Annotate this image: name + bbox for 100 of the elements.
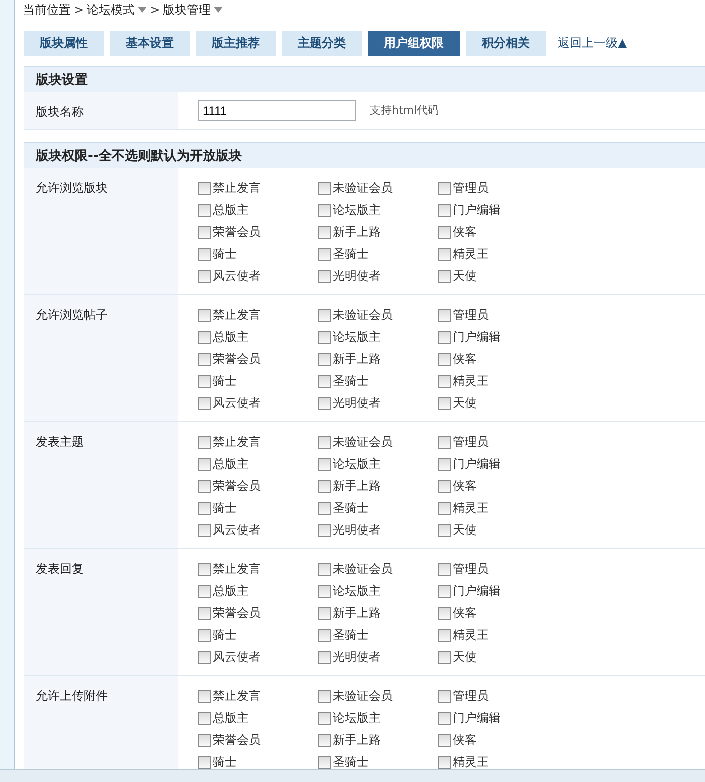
checkbox[interactable] xyxy=(318,606,331,620)
checkbox-label: 骑士 xyxy=(213,500,237,516)
checkbox[interactable] xyxy=(198,756,211,768)
checkbox-label: 精灵王 xyxy=(453,626,489,644)
checkbox-label: 侠客 xyxy=(453,224,477,240)
checkbox[interactable] xyxy=(438,374,451,388)
checkbox[interactable] xyxy=(198,226,211,238)
checkbox[interactable] xyxy=(438,308,451,322)
checkbox[interactable] xyxy=(198,182,211,194)
checkbox[interactable] xyxy=(318,502,331,514)
tab[interactable]: 用户组权限 xyxy=(368,31,460,56)
checkbox-label: 论坛版主 xyxy=(333,710,381,726)
checkbox[interactable] xyxy=(198,248,211,260)
checkbox[interactable] xyxy=(438,734,451,746)
checkbox[interactable] xyxy=(198,480,211,492)
back-link[interactable]: 返回上一级▲ xyxy=(558,35,628,52)
checkbox[interactable] xyxy=(318,374,331,388)
caret-icon[interactable] xyxy=(138,7,148,13)
checkbox[interactable] xyxy=(318,270,331,282)
checkbox[interactable] xyxy=(438,712,451,724)
checkbox[interactable] xyxy=(318,458,331,470)
checkbox-label: 圣骑士 xyxy=(333,246,369,262)
checkbox[interactable] xyxy=(438,480,451,492)
checkbox-label: 风云使者 xyxy=(213,522,261,538)
checkbox-label: 风云使者 xyxy=(213,268,261,284)
checkbox-label: 精灵王 xyxy=(453,372,489,390)
checkbox-label: 未验证会员 xyxy=(333,434,393,450)
checkbox[interactable] xyxy=(438,270,451,282)
checkbox[interactable] xyxy=(318,584,331,598)
checkbox[interactable] xyxy=(198,308,211,322)
checkbox[interactable] xyxy=(438,436,451,448)
tab[interactable]: 版块属性 xyxy=(24,31,104,56)
checkbox[interactable] xyxy=(318,396,331,410)
checkbox[interactable] xyxy=(318,524,331,536)
checkbox[interactable] xyxy=(198,374,211,388)
checkbox[interactable] xyxy=(198,352,211,366)
name-input[interactable]: 1111 xyxy=(198,100,356,121)
checkbox[interactable] xyxy=(318,248,331,260)
checkbox[interactable] xyxy=(438,524,451,536)
checkbox[interactable] xyxy=(438,204,451,216)
checkbox[interactable] xyxy=(198,524,211,536)
checkbox[interactable] xyxy=(198,396,211,410)
checkbox[interactable] xyxy=(318,756,331,768)
checkbox[interactable] xyxy=(438,182,451,194)
checkbox[interactable] xyxy=(198,628,211,642)
checkbox[interactable] xyxy=(198,690,211,702)
checkbox-label: 禁止发言 xyxy=(213,688,261,704)
caret-icon[interactable] xyxy=(214,7,224,13)
checkbox[interactable] xyxy=(318,650,331,664)
checkbox[interactable] xyxy=(198,584,211,598)
checkbox[interactable] xyxy=(198,270,211,282)
checkbox[interactable] xyxy=(198,458,211,470)
checkbox[interactable] xyxy=(438,248,451,260)
tab[interactable]: 积分相关 xyxy=(466,31,546,56)
checkbox[interactable] xyxy=(318,690,331,702)
checkbox[interactable] xyxy=(438,226,451,238)
checkbox[interactable] xyxy=(438,330,451,344)
breadcrumb-item[interactable]: 版块管理 xyxy=(163,2,212,18)
checkbox[interactable] xyxy=(318,226,331,238)
checkbox[interactable] xyxy=(198,436,211,448)
checkbox[interactable] xyxy=(438,756,451,768)
checkbox-label: 论坛版主 xyxy=(333,328,381,346)
checkbox[interactable] xyxy=(198,734,211,746)
checkbox[interactable] xyxy=(318,712,331,724)
checkbox[interactable] xyxy=(318,436,331,448)
checkbox[interactable] xyxy=(438,562,451,576)
checkbox[interactable] xyxy=(198,204,211,216)
checkbox[interactable] xyxy=(198,650,211,664)
checkbox[interactable] xyxy=(318,352,331,366)
checkbox[interactable] xyxy=(198,712,211,724)
checkbox-label: 未验证会员 xyxy=(333,306,393,324)
checkbox[interactable] xyxy=(198,606,211,620)
checkbox[interactable] xyxy=(198,562,211,576)
checkbox[interactable] xyxy=(438,352,451,366)
checkbox[interactable] xyxy=(438,690,451,702)
checkbox[interactable] xyxy=(318,204,331,216)
checkbox[interactable] xyxy=(318,480,331,492)
checkbox[interactable] xyxy=(198,330,211,344)
checkbox-label: 荣誉会员 xyxy=(213,350,261,368)
checkbox[interactable] xyxy=(438,584,451,598)
checkbox-label: 骑士 xyxy=(213,372,237,390)
checkbox[interactable] xyxy=(438,606,451,620)
checkbox[interactable] xyxy=(438,396,451,410)
checkbox[interactable] xyxy=(438,458,451,470)
tab[interactable]: 基本设置 xyxy=(110,31,190,56)
checkbox[interactable] xyxy=(318,734,331,746)
checkbox[interactable] xyxy=(438,628,451,642)
tab[interactable]: 主题分类 xyxy=(282,31,362,56)
tab[interactable]: 版主推荐 xyxy=(196,31,276,56)
checkbox[interactable] xyxy=(318,308,331,322)
checkbox-label: 总版主 xyxy=(213,582,249,600)
checkbox[interactable] xyxy=(318,182,331,194)
checkbox-label: 天使 xyxy=(453,394,477,412)
checkbox[interactable] xyxy=(318,330,331,344)
checkbox[interactable] xyxy=(438,502,451,514)
breadcrumb-item[interactable]: 论坛模式 xyxy=(87,2,136,18)
checkbox[interactable] xyxy=(198,502,211,514)
checkbox[interactable] xyxy=(438,650,451,664)
checkbox[interactable] xyxy=(318,628,331,642)
checkbox[interactable] xyxy=(318,562,331,576)
